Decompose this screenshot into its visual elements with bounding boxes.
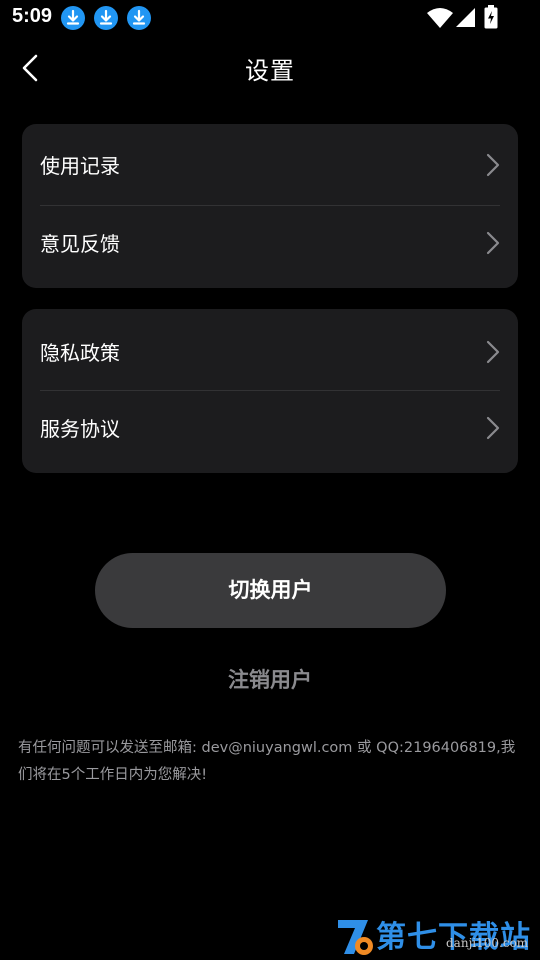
watermark-logo-icon (338, 920, 373, 955)
page-title: 设置 (245, 57, 295, 85)
settings-item-privacy-policy[interactable]: 隐私政策 (22, 309, 518, 391)
watermark: 第七下载站 danji100.com (334, 910, 534, 960)
download-icon (61, 6, 85, 30)
download-icon (94, 6, 118, 30)
download-icon (127, 6, 151, 30)
settings-item-usage-records[interactable]: 使用记录 (22, 124, 518, 206)
switch-user-button[interactable]: 切换用户 (95, 553, 446, 628)
chevron-right-icon (486, 340, 500, 364)
logout-button[interactable]: 注销用户 (0, 664, 540, 694)
status-time: 5:09 (12, 5, 53, 27)
settings-item-feedback[interactable]: 意见反馈 (22, 206, 518, 288)
settings-item-service-agreement[interactable]: 服务协议 (22, 391, 518, 473)
settings-card-records-feedback: 使用记录 意见反馈 (22, 124, 518, 288)
signal-icon (456, 8, 475, 27)
watermark-url: danji100.com (446, 936, 529, 950)
settings-item-label: 使用记录 (40, 154, 120, 178)
settings-item-label: 意见反馈 (40, 232, 120, 256)
status-bar: 5:09 (0, 0, 540, 36)
chevron-right-icon (486, 416, 500, 440)
header: 设置 (0, 36, 540, 102)
settings-item-label: 隐私政策 (40, 341, 120, 365)
settings-item-label: 服务协议 (40, 417, 120, 441)
battery-charging-icon (484, 5, 498, 29)
settings-card-policies: 隐私政策 服务协议 (22, 309, 518, 473)
contact-note: 有任何问题可以发送至邮箱: dev@niuyangwl.com 或 QQ:219… (18, 740, 516, 783)
chevron-right-icon (486, 153, 500, 177)
chevron-right-icon (486, 231, 500, 255)
wifi-icon (427, 8, 453, 28)
